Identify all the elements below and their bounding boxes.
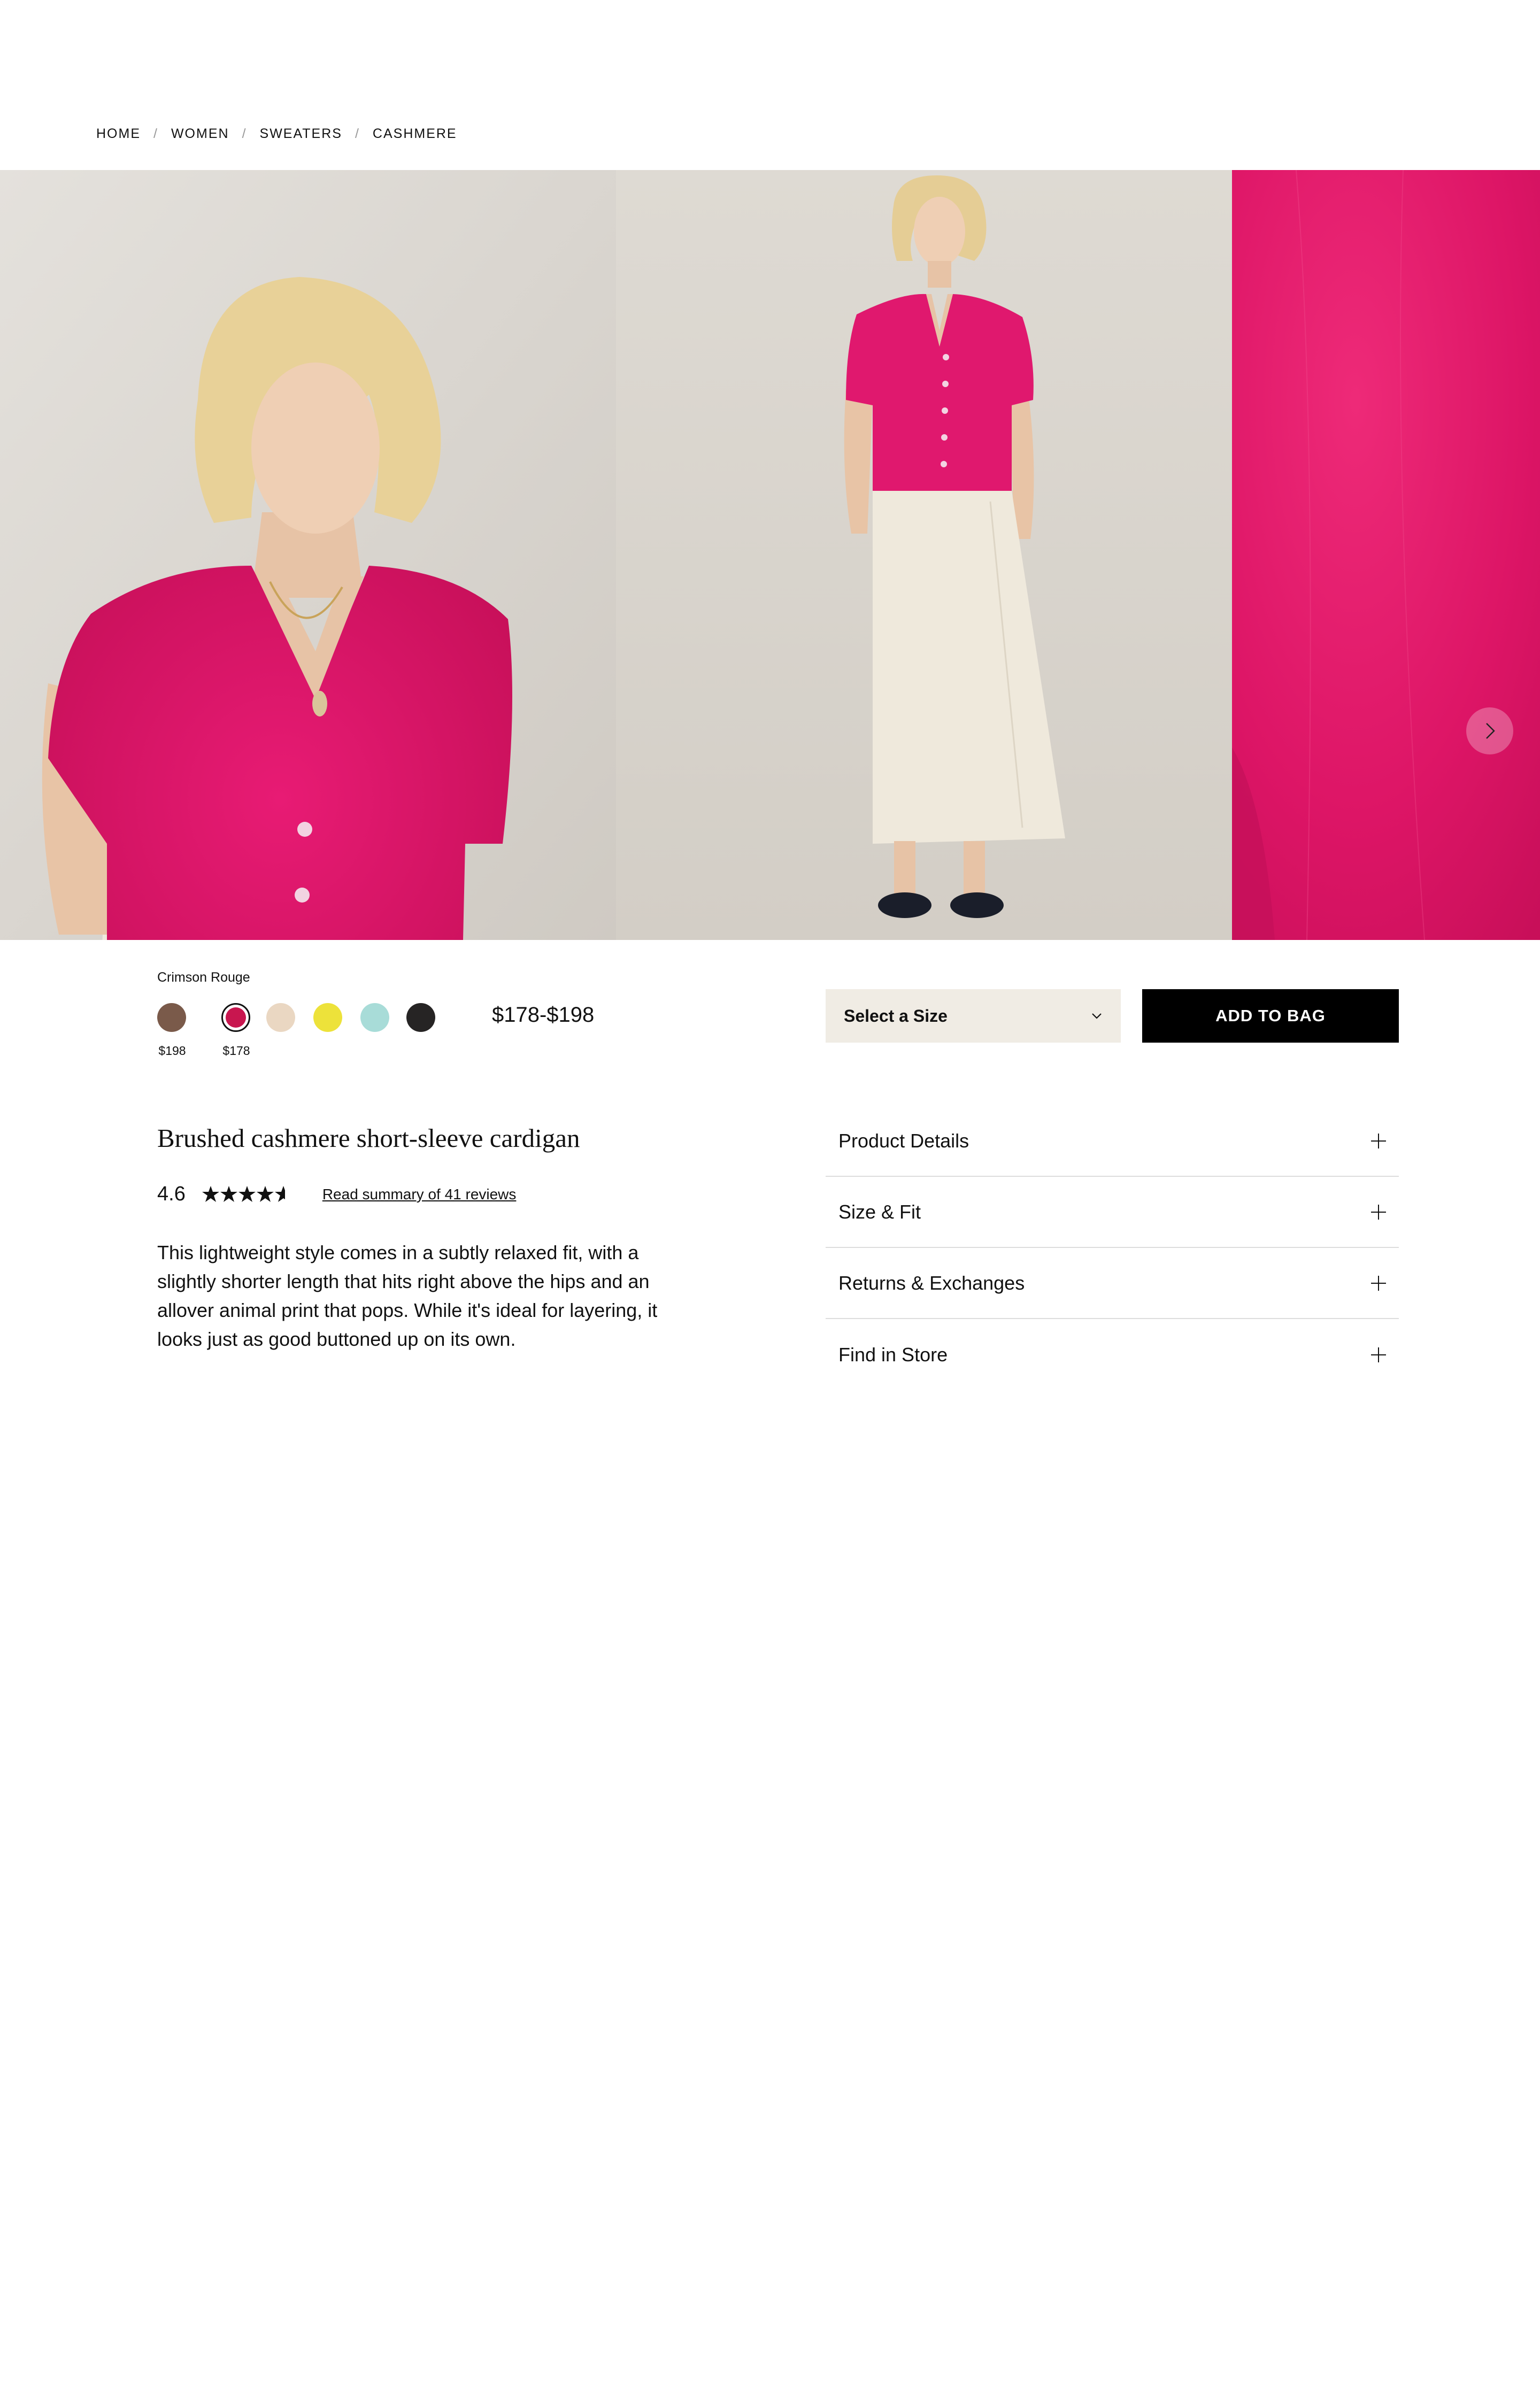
swatch-beige[interactable] (266, 1003, 295, 1032)
star-rating-icon (202, 1185, 285, 1202)
gallery-next-button[interactable] (1466, 707, 1513, 754)
accordion-returns-exchanges[interactable]: Returns & Exchanges (826, 1248, 1399, 1319)
breadcrumb-sweaters[interactable]: SWEATERS (260, 126, 342, 142)
breadcrumb-home[interactable]: HOME (96, 126, 141, 142)
breadcrumb-cashmere[interactable]: CASHMERE (373, 126, 457, 142)
product-accordion: Product Details Size & Fit Returns & Exc… (826, 1106, 1399, 1390)
product-image-1[interactable] (0, 170, 616, 940)
swatch-yellow[interactable] (313, 1003, 342, 1032)
swatch-price: $178 (222, 1044, 250, 1058)
plus-icon (1371, 1275, 1386, 1291)
breadcrumb: HOME / WOMEN / SWEATERS / CASHMERE (96, 126, 457, 142)
size-select-label: Select a Size (844, 1006, 948, 1026)
swatch-aqua[interactable] (360, 1003, 389, 1032)
plus-icon (1371, 1133, 1386, 1148)
product-image-3[interactable] (1232, 170, 1540, 940)
rating-row: 4.6 Read summary of 41 reviews (157, 1183, 516, 1206)
accordion-size-fit[interactable]: Size & Fit (826, 1177, 1399, 1248)
accordion-label: Size & Fit (838, 1200, 921, 1223)
selected-color-name: Crimson Rouge (157, 970, 250, 985)
product-image-gallery (0, 170, 1540, 940)
product-image-full-length (616, 170, 1232, 940)
chevron-down-icon (1092, 1013, 1102, 1019)
accordion-product-details[interactable]: Product Details (826, 1106, 1399, 1177)
swatch-crimson-rouge[interactable] (221, 1003, 250, 1032)
swatch-black[interactable] (406, 1003, 435, 1032)
accordion-label: Product Details (838, 1129, 969, 1152)
accordion-label: Find in Store (838, 1343, 948, 1366)
product-title: Brushed cashmere short-sleeve cardigan (157, 1123, 580, 1153)
product-image-2[interactable] (616, 170, 1232, 940)
size-select[interactable]: Select a Size (826, 989, 1121, 1043)
rating-value: 4.6 (157, 1183, 186, 1205)
swatch-animal-print[interactable] (157, 1003, 186, 1032)
breadcrumb-separator: / (355, 126, 360, 141)
breadcrumb-separator: / (242, 126, 247, 141)
add-to-bag-button[interactable]: ADD TO BAG (1142, 989, 1399, 1043)
plus-icon (1371, 1347, 1386, 1362)
swatch-price: $198 (158, 1044, 186, 1058)
product-image-closeup (0, 170, 616, 940)
reviews-summary-link[interactable]: Read summary of 41 reviews (322, 1186, 517, 1203)
product-image-texture (1232, 170, 1540, 940)
breadcrumb-women[interactable]: WOMEN (171, 126, 229, 142)
product-description: This lightweight style comes in a subtly… (157, 1242, 658, 1350)
accordion-label: Returns & Exchanges (838, 1271, 1025, 1294)
chevron-right-icon (1486, 723, 1495, 739)
rating-stars (202, 1185, 292, 1204)
accordion-find-in-store[interactable]: Find in Store (826, 1319, 1399, 1390)
plus-icon (1371, 1204, 1386, 1220)
price-range: $178-$198 (492, 1003, 595, 1027)
breadcrumb-separator: / (153, 126, 158, 141)
